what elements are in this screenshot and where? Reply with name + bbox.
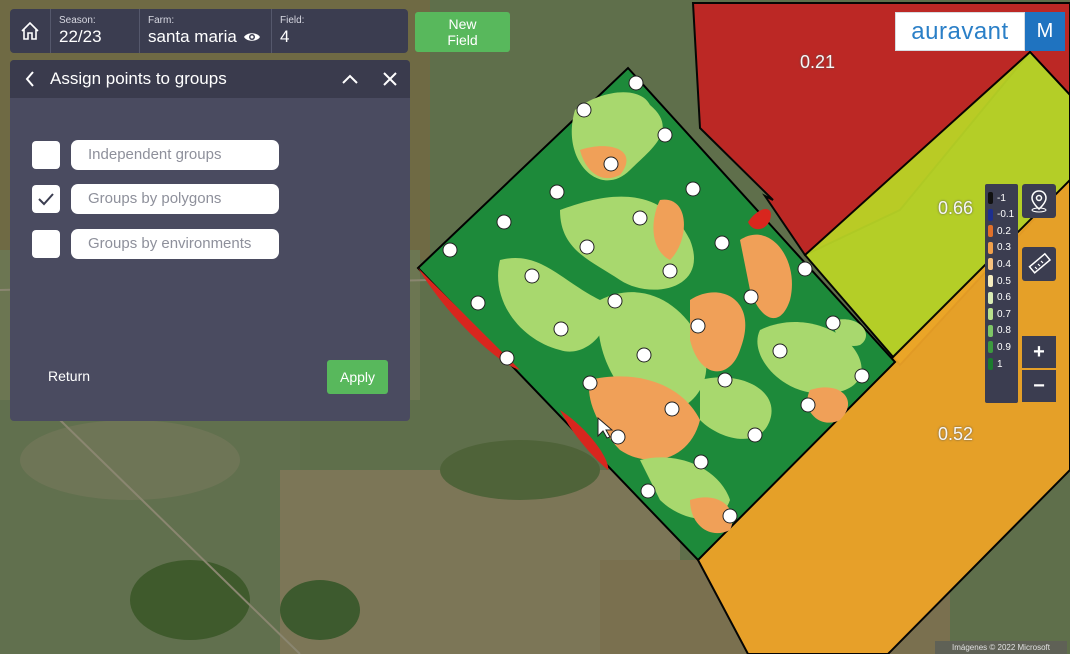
ndvi-legend: -1 -0.1 0.2 0.3 0.4 0.5 0.6 0.7 0.8 0.9 1 (985, 184, 1018, 403)
new-field-button[interactable]: New Field (415, 12, 510, 52)
option-label: Independent groups (71, 140, 279, 170)
eye-icon[interactable] (243, 31, 261, 43)
legend-row: 0.8 (988, 324, 1011, 338)
field-label: Field: (280, 15, 305, 26)
farm-value: santa maria (148, 27, 237, 46)
legend-swatch (988, 291, 993, 304)
close-icon (383, 72, 397, 86)
zoom-out-button[interactable]: − (1022, 370, 1056, 402)
zone-value-orange: 0.52 (938, 424, 974, 444)
option-label: Groups by polygons (71, 184, 279, 214)
legend-swatch (988, 358, 993, 370)
home-icon (21, 21, 39, 40)
legend-row: 1 (988, 357, 1003, 371)
legend-row: 0.6 (988, 291, 1011, 305)
panel-header: Assign points to groups (10, 60, 410, 98)
chevron-left-icon (25, 71, 34, 87)
legend-value: -1 (997, 192, 1006, 204)
legend-swatch (988, 241, 993, 254)
season-selector[interactable]: Season: 22/23 (51, 9, 140, 53)
chevron-up-icon (342, 74, 358, 84)
field-selector[interactable]: Field: 4 (272, 9, 388, 53)
top-bar: Season: 22/23 Farm: santa maria Field: 4 (10, 9, 408, 53)
legend-row: 0.7 (988, 307, 1011, 321)
close-button[interactable] (370, 71, 410, 87)
legend-swatch (988, 192, 993, 204)
location-button[interactable] (1022, 184, 1056, 218)
farm-selector[interactable]: Farm: santa maria (140, 9, 272, 53)
option-label: Groups by environments (71, 229, 279, 259)
return-button[interactable]: Return (48, 368, 90, 384)
legend-row: 0.9 (988, 340, 1011, 354)
legend-row: -1 (988, 191, 1006, 205)
checkbox-groups-by-polygons[interactable] (32, 185, 60, 213)
legend-value: 0.6 (997, 292, 1011, 304)
back-button[interactable] (10, 70, 50, 88)
legend-value: 0.7 (997, 308, 1011, 320)
legend-value: 0.9 (997, 341, 1011, 353)
season-value: 22/23 (59, 27, 102, 46)
measure-button[interactable] (1022, 247, 1056, 281)
legend-swatch (988, 225, 993, 238)
brand-logo: auravant M (895, 12, 1065, 51)
season-label: Season: (59, 15, 96, 26)
legend-row: 0.4 (988, 257, 1011, 271)
legend-value: 0.4 (997, 258, 1011, 270)
legend-row: -0.1 (988, 208, 1014, 222)
panel-title: Assign points to groups (50, 69, 227, 88)
legend-swatch (988, 275, 993, 287)
farm-label: Farm: (148, 15, 175, 26)
home-button[interactable] (10, 9, 51, 53)
collapse-button[interactable] (330, 73, 370, 85)
option-groups-by-environments[interactable]: Groups by environments (32, 229, 279, 259)
legend-value: 0.5 (997, 275, 1011, 287)
legend-swatch (988, 341, 993, 354)
option-independent-groups[interactable]: Independent groups (32, 140, 279, 170)
checkbox-independent-groups[interactable] (32, 141, 60, 169)
apply-button[interactable]: Apply (327, 360, 388, 394)
legend-row: 0.5 (988, 274, 1011, 288)
ruler-icon (1028, 252, 1051, 274)
assign-points-panel: Assign points to groups Independent grou… (10, 60, 410, 421)
legend-row: 0.3 (988, 241, 1011, 255)
legend-value: -0.1 (997, 209, 1015, 221)
checkbox-groups-by-environments[interactable] (32, 230, 60, 258)
legend-swatch (988, 208, 993, 221)
zone-value-yellow: 0.66 (938, 198, 974, 218)
legend-swatch (988, 324, 993, 337)
checkmark-icon (38, 193, 54, 206)
legend-value: 1 (997, 358, 1003, 370)
field-value: 4 (280, 27, 290, 46)
option-groups-by-polygons[interactable]: Groups by polygons (32, 184, 279, 214)
legend-value: 0.3 (997, 242, 1011, 254)
logo-wordmark: auravant (895, 12, 1025, 51)
legend-swatch (988, 308, 993, 321)
zoom-in-button[interactable]: + (1022, 336, 1056, 368)
legend-value: 0.2 (997, 225, 1011, 237)
legend-value: 0.8 (997, 325, 1011, 337)
legend-row: 0.2 (988, 224, 1011, 238)
legend-swatch (988, 258, 993, 271)
zone-value-red: 0.21 (800, 52, 836, 72)
map-pin-icon (1031, 190, 1047, 213)
user-avatar[interactable]: M (1025, 12, 1065, 51)
map-attribution: Imágenes © 2022 Microsoft (935, 641, 1067, 654)
